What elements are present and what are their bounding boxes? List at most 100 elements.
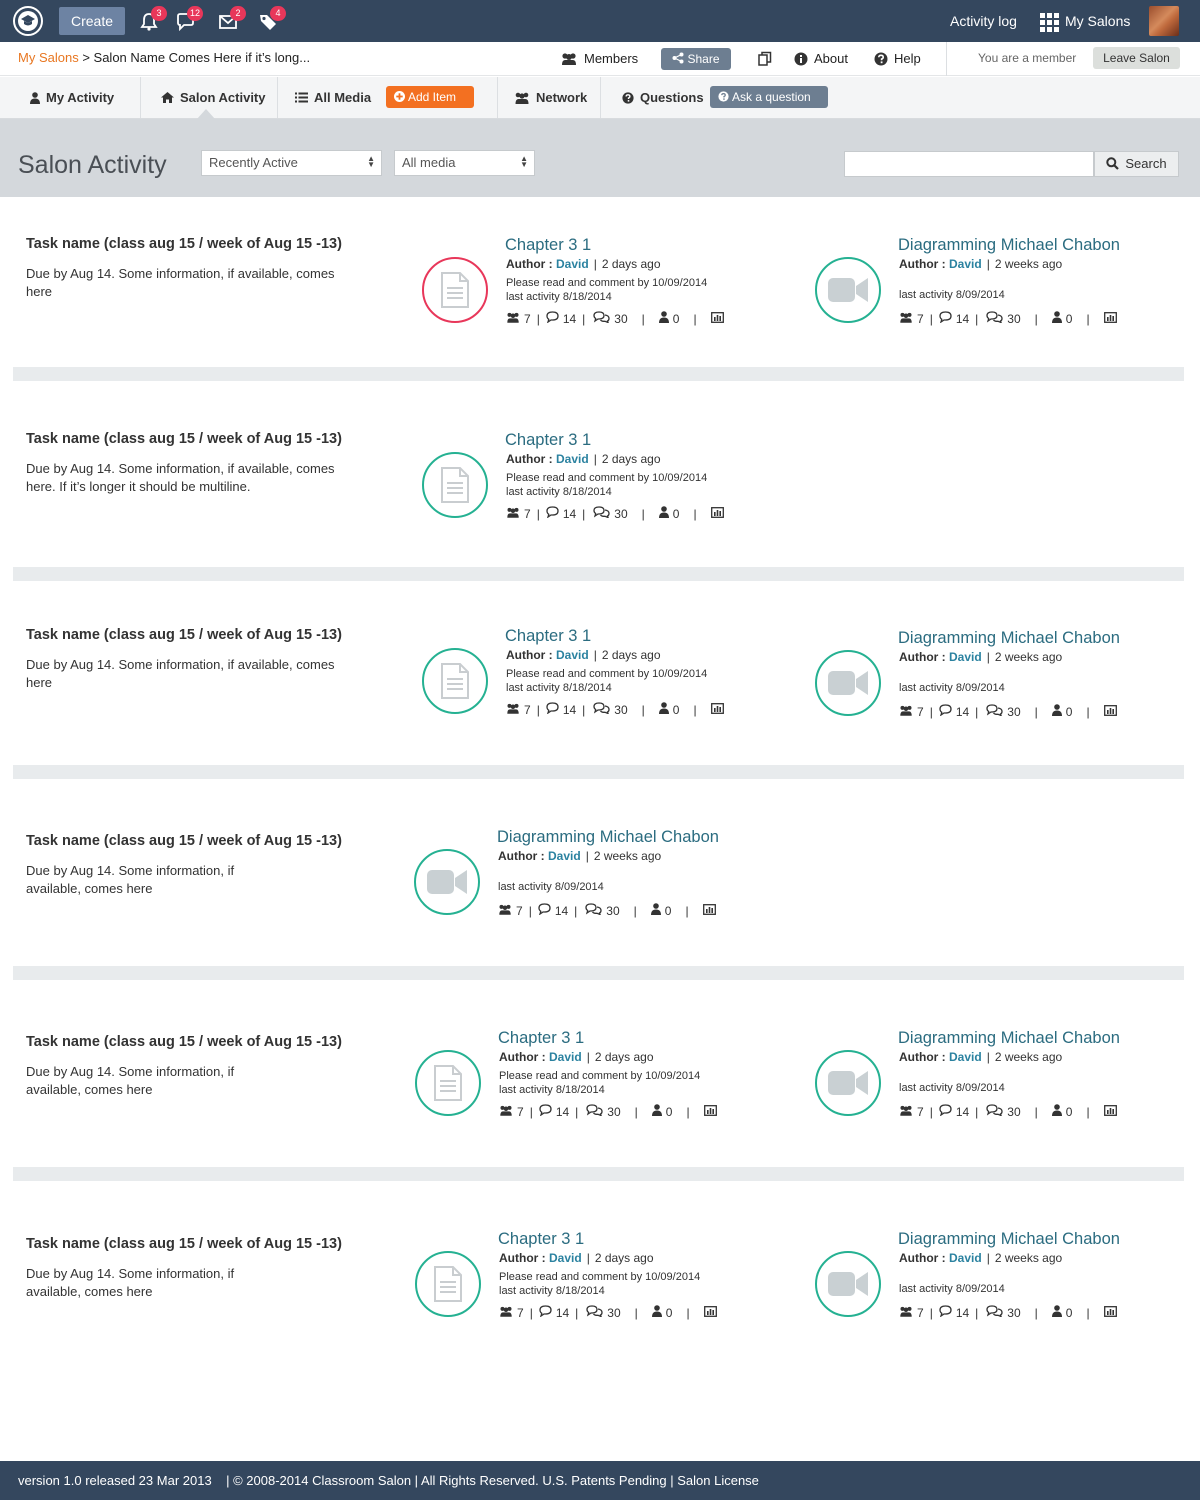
tab-all-media[interactable]: All Media [295,77,371,118]
viewer-count-stat[interactable]: 0 [651,1305,672,1320]
analytics-chart-icon[interactable] [703,1305,717,1320]
author-name-link[interactable]: David [556,648,589,662]
author-name-link[interactable]: David [949,257,982,271]
video-camera-icon[interactable] [414,849,480,915]
document-icon[interactable] [422,257,488,323]
reply-count-stat[interactable]: 30 [585,903,620,918]
ask-question-button[interactable]: Ask a question [710,86,828,108]
media-title-link[interactable]: Diagramming Michael Chabon [898,1230,1120,1249]
reply-count-stat[interactable]: 30 [986,704,1021,719]
media-title-link[interactable]: Chapter 3 1 [505,236,591,255]
media-title-link[interactable]: Diagramming Michael Chabon [898,236,1120,255]
viewer-count-stat[interactable]: 0 [658,702,679,717]
analytics-chart-icon[interactable] [710,702,724,717]
viewer-count-stat[interactable]: 0 [1051,1104,1072,1119]
member-count-stat[interactable]: 7 [506,312,531,326]
video-camera-icon[interactable] [815,257,881,323]
reply-count-stat[interactable]: 30 [586,1104,621,1119]
media-filter-select[interactable]: All media ▲ ▼ [394,150,535,176]
media-title-link[interactable]: Chapter 3 1 [498,1230,584,1249]
author-name-link[interactable]: David [549,1050,582,1064]
analytics-chart-icon[interactable] [703,1104,717,1119]
comment-count-stat[interactable]: 14 [546,702,576,717]
viewer-count-stat[interactable]: 0 [650,903,671,918]
analytics-chart-icon[interactable] [702,903,716,918]
share-button[interactable]: Share [661,48,731,70]
my-salons-menu[interactable]: My Salons [1040,0,1130,42]
author-name-link[interactable]: David [549,1251,582,1265]
analytics-chart-icon[interactable] [1103,704,1117,719]
document-icon[interactable] [422,648,488,714]
comment-count-stat[interactable]: 14 [939,311,969,326]
member-count-stat[interactable]: 7 [499,1105,524,1119]
analytics-chart-icon[interactable] [1103,1104,1117,1119]
viewer-count-stat[interactable]: 0 [658,506,679,521]
document-icon[interactable] [422,452,488,518]
comment-count-stat[interactable]: 14 [546,506,576,521]
viewer-count-stat[interactable]: 0 [1051,1305,1072,1320]
copy-salon-button[interactable] [757,42,773,76]
about-button[interactable]: About [794,42,848,76]
reply-count-stat[interactable]: 30 [586,1305,621,1320]
author-name-link[interactable]: David [949,650,982,664]
author-name-link[interactable]: David [556,452,589,466]
notifications-bell-button[interactable]: 3 [139,6,167,32]
member-count-stat[interactable]: 7 [899,312,924,326]
comment-count-stat[interactable]: 14 [939,1104,969,1119]
tab-my-activity[interactable]: My Activity [30,77,114,118]
leave-salon-button[interactable]: Leave Salon [1093,47,1180,69]
viewer-count-stat[interactable]: 0 [1051,311,1072,326]
add-item-button[interactable]: Add Item [386,86,474,108]
comment-count-stat[interactable]: 14 [546,311,576,326]
media-title-link[interactable]: Chapter 3 1 [505,627,591,646]
member-count-stat[interactable]: 7 [899,1306,924,1320]
comment-count-stat[interactable]: 14 [939,704,969,719]
video-camera-icon[interactable] [815,650,881,716]
media-title-link[interactable]: Diagramming Michael Chabon [898,629,1120,648]
reply-count-stat[interactable]: 30 [986,1104,1021,1119]
member-count-stat[interactable]: 7 [899,1105,924,1119]
breadcrumb-my-salons-link[interactable]: My Salons [18,50,79,65]
search-button[interactable]: Search [1094,151,1179,177]
document-icon[interactable] [415,1251,481,1317]
activity-log-link[interactable]: Activity log [950,0,1017,42]
sort-select[interactable]: Recently Active ▲ ▼ [201,150,382,176]
video-camera-icon[interactable] [815,1050,881,1116]
members-button[interactable]: Members [560,42,638,76]
reply-count-stat[interactable]: 30 [593,702,628,717]
member-count-stat[interactable]: 7 [499,1306,524,1320]
author-name-link[interactable]: David [556,257,589,271]
mail-button[interactable]: 2 [218,6,246,32]
author-name-link[interactable]: David [949,1050,982,1064]
search-input[interactable] [844,151,1094,177]
media-title-link[interactable]: Diagramming Michael Chabon [497,828,719,847]
comment-count-stat[interactable]: 14 [939,1305,969,1320]
tags-button[interactable]: 4 [258,6,286,32]
document-icon[interactable] [415,1050,481,1116]
help-button[interactable]: Help [874,42,921,76]
analytics-chart-icon[interactable] [1103,1305,1117,1320]
media-title-link[interactable]: Diagramming Michael Chabon [898,1029,1120,1048]
viewer-count-stat[interactable]: 0 [658,311,679,326]
reply-count-stat[interactable]: 30 [986,1305,1021,1320]
user-avatar[interactable] [1149,6,1179,36]
comment-count-stat[interactable]: 14 [539,1305,569,1320]
viewer-count-stat[interactable]: 0 [1051,704,1072,719]
tab-network[interactable]: Network [514,77,587,118]
reply-count-stat[interactable]: 30 [593,311,628,326]
messages-chat-button[interactable]: 12 [175,6,204,32]
create-button[interactable]: Create [59,7,125,35]
author-name-link[interactable]: David [548,849,581,863]
viewer-count-stat[interactable]: 0 [651,1104,672,1119]
reply-count-stat[interactable]: 30 [986,311,1021,326]
media-title-link[interactable]: Chapter 3 1 [498,1029,584,1048]
tab-questions[interactable]: Questions [622,77,704,118]
member-count-stat[interactable]: 7 [899,705,924,719]
member-count-stat[interactable]: 7 [498,904,523,918]
media-title-link[interactable]: Chapter 3 1 [505,431,591,450]
member-count-stat[interactable]: 7 [506,507,531,521]
video-camera-icon[interactable] [815,1251,881,1317]
comment-count-stat[interactable]: 14 [539,1104,569,1119]
analytics-chart-icon[interactable] [710,506,724,521]
analytics-chart-icon[interactable] [1103,311,1117,326]
